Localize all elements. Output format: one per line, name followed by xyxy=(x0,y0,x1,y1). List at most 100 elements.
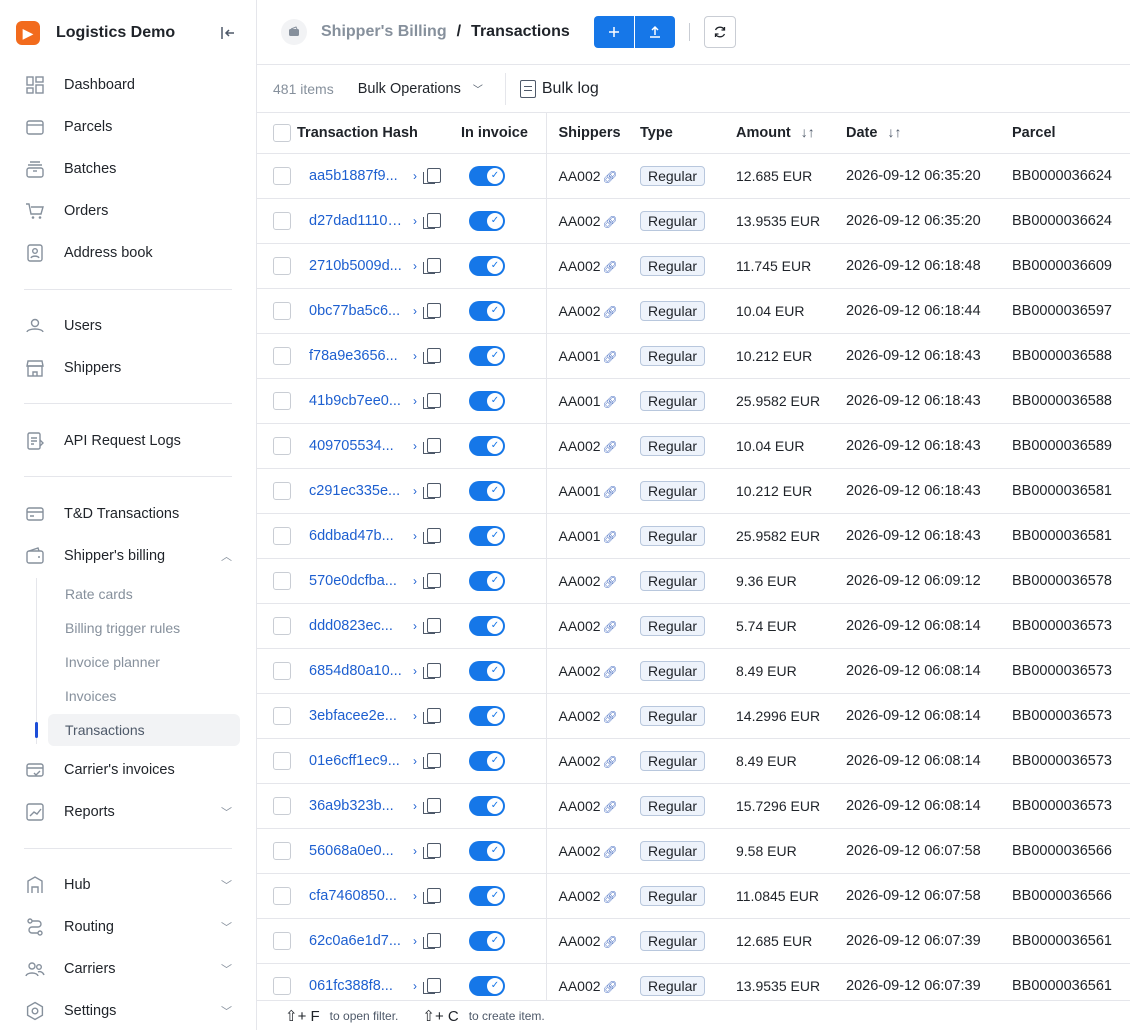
in-invoice-toggle[interactable]: ✓ xyxy=(469,480,505,501)
sidebar-item-carriers-invoices[interactable]: Carrier's invoices xyxy=(16,753,240,787)
sidebar-item-batches[interactable]: Batches xyxy=(16,152,240,186)
sort-icon[interactable]: ↓↑ xyxy=(801,124,815,140)
transaction-hash-link[interactable]: 570e0dcfba... xyxy=(309,573,407,589)
transaction-hash-link[interactable]: c291ec335e... xyxy=(309,483,407,499)
sidebar-item-routing[interactable]: Routing ﹀ xyxy=(16,910,240,944)
link-icon[interactable]: 🔗︎ xyxy=(603,350,618,364)
in-invoice-toggle[interactable]: ✓ xyxy=(469,210,505,231)
chevron-right-icon[interactable]: › xyxy=(413,754,417,768)
shipper-code[interactable]: AA002 xyxy=(559,213,601,229)
copy-icon[interactable] xyxy=(423,528,441,545)
select-all-checkbox[interactable] xyxy=(273,123,291,142)
copy-icon[interactable] xyxy=(423,618,441,635)
row-checkbox[interactable] xyxy=(273,616,291,635)
submenu-item-invoice-planner[interactable]: Invoice planner xyxy=(48,647,240,677)
chevron-right-icon[interactable]: › xyxy=(413,844,417,858)
link-icon[interactable]: 🔗︎ xyxy=(603,845,618,859)
shipper-code[interactable]: AA001 xyxy=(559,483,601,499)
link-icon[interactable]: 🔗︎ xyxy=(603,260,618,274)
transaction-hash-link[interactable]: 01e6cff1ec9... xyxy=(309,753,407,769)
copy-icon[interactable] xyxy=(423,933,441,950)
link-icon[interactable]: 🔗︎ xyxy=(603,215,618,229)
chevron-right-icon[interactable]: › xyxy=(413,619,417,633)
add-button[interactable] xyxy=(593,16,634,48)
chevron-right-icon[interactable]: › xyxy=(413,709,417,723)
sidebar-item-users[interactable]: Users xyxy=(16,309,240,343)
transaction-hash-link[interactable]: 41b9cb7ee0... xyxy=(309,393,407,409)
table-row[interactable]: 41b9cb7ee0... › ✓ AA001 🔗︎ Regular 25.9582 EUR… xyxy=(257,378,1130,424)
shipper-code[interactable]: AA002 xyxy=(559,933,601,949)
copy-icon[interactable] xyxy=(423,168,441,185)
in-invoice-toggle[interactable]: ✓ xyxy=(469,345,505,366)
transaction-hash-link[interactable]: 36a9b323b... xyxy=(309,798,407,814)
row-checkbox[interactable] xyxy=(273,706,291,725)
row-checkbox[interactable] xyxy=(273,571,291,590)
upload-button[interactable] xyxy=(634,16,675,48)
header-parcel[interactable]: Parcel xyxy=(999,113,1130,154)
submenu-item-billing-trigger-rules[interactable]: Billing trigger rules xyxy=(48,613,240,643)
copy-icon[interactable] xyxy=(423,753,441,770)
shipper-code[interactable]: AA002 xyxy=(559,978,601,994)
submenu-item-rate-cards[interactable]: Rate cards xyxy=(48,579,240,609)
row-checkbox[interactable] xyxy=(273,526,291,545)
refresh-button[interactable] xyxy=(703,16,736,48)
link-icon[interactable]: 🔗︎ xyxy=(603,800,618,814)
sidebar-item-reports[interactable]: Reports ﹀ xyxy=(16,795,240,829)
chevron-right-icon[interactable]: › xyxy=(413,574,417,588)
shipper-code[interactable]: AA002 xyxy=(559,258,601,274)
transaction-hash-link[interactable]: 2710b5009d... xyxy=(309,258,407,274)
in-invoice-toggle[interactable]: ✓ xyxy=(469,750,505,771)
header-shippers[interactable]: Shippers xyxy=(546,113,632,154)
shipper-code[interactable]: AA002 xyxy=(559,438,601,454)
copy-icon[interactable] xyxy=(423,258,441,275)
header-transaction-hash[interactable]: Transaction Hash xyxy=(257,113,453,154)
link-icon[interactable]: 🔗︎ xyxy=(603,170,618,184)
sort-icon[interactable]: ↓↑ xyxy=(887,124,901,140)
chevron-right-icon[interactable]: › xyxy=(413,889,417,903)
copy-icon[interactable] xyxy=(423,348,441,365)
copy-icon[interactable] xyxy=(423,438,441,455)
link-icon[interactable]: 🔗︎ xyxy=(603,395,618,409)
table-row[interactable]: 62c0a6e1d7... › ✓ AA002 🔗︎ Regular 12.685 EUR 2… xyxy=(257,918,1130,964)
shipper-code[interactable]: AA001 xyxy=(559,528,601,544)
chevron-right-icon[interactable]: › xyxy=(413,799,417,813)
table-row[interactable]: 6854d80a10... › ✓ AA002 🔗︎ Regular 8.49 EUR 202… xyxy=(257,648,1130,694)
table-row[interactable]: 3ebfacee2e... › ✓ AA002 🔗︎ Regular 14.2996 EUR… xyxy=(257,693,1130,739)
table-row[interactable]: 409705534... › ✓ AA002 🔗︎ Regular 10.04 EUR 202… xyxy=(257,423,1130,469)
copy-icon[interactable] xyxy=(423,483,441,500)
chevron-right-icon[interactable]: › xyxy=(413,979,417,993)
header-date[interactable]: Date ↓↑ xyxy=(832,113,999,154)
transaction-hash-link[interactable]: f78a9e3656... xyxy=(309,348,407,364)
copy-icon[interactable] xyxy=(423,798,441,815)
table-row[interactable]: 0bc77ba5c6... › ✓ AA002 🔗︎ Regular 10.04 EUR 20… xyxy=(257,288,1130,334)
row-checkbox[interactable] xyxy=(273,796,291,815)
row-checkbox[interactable] xyxy=(273,661,291,680)
table-row[interactable]: f78a9e3656... › ✓ AA001 🔗︎ Regular 10.212 EUR 2… xyxy=(257,333,1130,379)
in-invoice-toggle[interactable]: ✓ xyxy=(469,255,505,276)
row-checkbox[interactable] xyxy=(273,481,291,500)
link-icon[interactable]: 🔗︎ xyxy=(603,890,618,904)
chevron-right-icon[interactable]: › xyxy=(413,169,417,183)
link-icon[interactable]: 🔗︎ xyxy=(603,530,618,544)
copy-icon[interactable] xyxy=(423,213,441,230)
submenu-item-transactions[interactable]: Transactions xyxy=(48,714,240,746)
shipper-code[interactable]: AA002 xyxy=(559,618,601,634)
chevron-right-icon[interactable]: › xyxy=(413,394,417,408)
shipper-code[interactable]: AA002 xyxy=(559,663,601,679)
in-invoice-toggle[interactable]: ✓ xyxy=(469,660,505,681)
collapse-sidebar-icon[interactable] xyxy=(216,21,240,45)
row-checkbox[interactable] xyxy=(273,841,291,860)
sidebar-item-hub[interactable]: Hub ﹀ xyxy=(16,868,240,902)
table-row[interactable]: 570e0dcfba... › ✓ AA002 🔗︎ Regular 9.36 EUR 202… xyxy=(257,558,1130,604)
in-invoice-toggle[interactable]: ✓ xyxy=(469,435,505,456)
transaction-hash-link[interactable]: 3ebfacee2e... xyxy=(309,708,407,724)
in-invoice-toggle[interactable]: ✓ xyxy=(469,525,505,546)
bulk-log-button[interactable]: Bulk log xyxy=(519,79,599,98)
link-icon[interactable]: 🔗︎ xyxy=(603,710,618,724)
table-row[interactable]: 6ddbad47b... › ✓ AA001 🔗︎ Regular 25.9582 EUR 2… xyxy=(257,513,1130,559)
table-row[interactable]: d27dad11105... › ✓ AA002 🔗︎ Regular 13.9535 EU… xyxy=(257,198,1130,244)
in-invoice-toggle[interactable]: ✓ xyxy=(469,615,505,636)
table-row[interactable]: 56068a0e0... › ✓ AA002 🔗︎ Regular 9.58 EUR 2026… xyxy=(257,828,1130,874)
copy-icon[interactable] xyxy=(423,663,441,680)
link-icon[interactable]: 🔗︎ xyxy=(603,620,618,634)
